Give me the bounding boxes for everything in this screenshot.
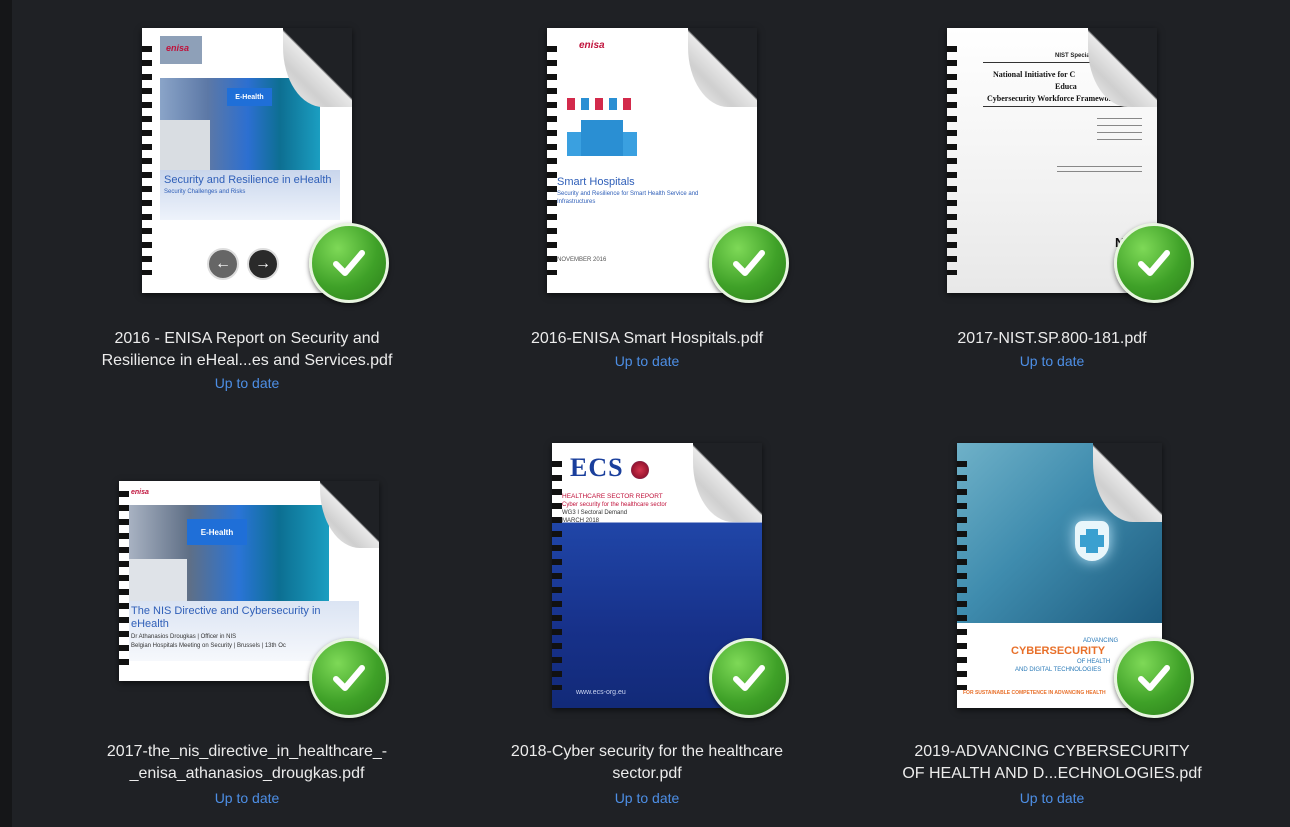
thumbnail-date: MARCH 2018	[562, 518, 600, 524]
hospital-illustration	[567, 98, 637, 156]
file-item[interactable]: NIST Special Publication 800-181 Nationa…	[852, 0, 1252, 400]
thumbnail-event: Belgian Hospitals Meeting on Security | …	[131, 643, 286, 649]
arrow-left-icon: ←	[215, 255, 231, 272]
thumbnail-line-2: OF HEALTH	[1077, 659, 1111, 665]
thumbnail-title: Security and Resilience in eHealth	[164, 174, 332, 186]
binding-spiral	[947, 46, 957, 275]
next-page-button[interactable]: →	[247, 248, 279, 280]
file-name: 2016-ENISA Smart Hospitals.pdf	[530, 330, 764, 347]
file-name: 2017-NIST.SP.800-181.pdf	[957, 330, 1147, 347]
binding-spiral	[547, 46, 557, 275]
working-group: WG3 I Sectoral Demand	[562, 510, 628, 516]
sync-status: Up to date	[614, 790, 680, 806]
sync-status: Up to date	[614, 353, 680, 369]
checkmark-icon	[709, 223, 789, 303]
thumbnail-title: National Initiative for C	[993, 70, 1076, 79]
checkmark-icon	[309, 223, 389, 303]
thumbnail-title-2: Educa	[1055, 82, 1077, 91]
keyboard-key: E-Health	[227, 88, 272, 106]
file-item[interactable]: enisa Smart Hospitals Security and Resil…	[447, 0, 847, 400]
file-item[interactable]: enisa E-Health The NIS Directive and Cyb…	[47, 415, 447, 815]
sync-status: Up to date	[214, 375, 280, 391]
globe-icon	[631, 461, 650, 480]
building-image	[160, 120, 210, 170]
building-image	[129, 559, 187, 601]
file-name: 2016 - ENISA Report on Security and Resi…	[101, 330, 393, 369]
binding-spiral	[142, 46, 152, 275]
thumbnail-date: NOVEMBER 2016	[557, 257, 607, 263]
keyboard-key: E-Health	[187, 519, 247, 545]
arrow-right-icon: →	[255, 255, 271, 272]
binding-spiral	[552, 461, 562, 690]
file-grid: enisa E-Health Security and Resilience i…	[12, 0, 1290, 827]
report-type: HEALTHCARE SECTOR REPORT	[562, 493, 663, 500]
enisa-logo: enisa	[131, 489, 149, 496]
enisa-logo: enisa	[579, 40, 605, 51]
sidebar-edge	[0, 0, 12, 827]
checkmark-icon	[709, 638, 789, 718]
enisa-logo: enisa	[166, 43, 190, 53]
prev-page-button[interactable]: ←	[207, 248, 239, 280]
sync-status: Up to date	[1019, 790, 1085, 806]
thumbnail-title: The NIS Directive and Cybersecurity in e…	[131, 605, 321, 630]
author-lines	[1097, 118, 1142, 146]
thumbnail-subtitle: Security Challenges and Risks	[164, 189, 246, 195]
ecs-url: www.ecs-org.eu	[576, 689, 626, 696]
file-item[interactable]: ECS HEALTHCARE SECTOR REPORT Cyber secur…	[447, 415, 847, 815]
thumbnail-author: Dr Athanasios Drougkas | Officer in NIS	[131, 634, 237, 640]
sync-status: Up to date	[214, 790, 280, 806]
thumbnail-title-3: Cybersecurity Workforce Framework	[987, 94, 1117, 103]
thumbnail-footer: FOR SUSTAINABLE COMPETENCE IN ADVANCING …	[963, 690, 1106, 696]
file-name: 2019-ADVANCING CYBERSECURITY OF HEALTH A…	[902, 743, 1202, 782]
file-name: 2018-Cyber security for the healthcare s…	[510, 743, 784, 782]
availability-lines	[1057, 166, 1142, 176]
checkmark-icon	[309, 638, 389, 718]
thumbnail-title: CYBERSECURITY	[1011, 645, 1106, 657]
file-item[interactable]: enisa E-Health Security and Resilience i…	[47, 0, 447, 400]
checkmark-icon	[1114, 638, 1194, 718]
sync-status: Up to date	[1019, 353, 1085, 369]
thumbnail-kicker: ADVANCING	[1083, 638, 1119, 644]
file-item[interactable]: ADVANCING CYBERSECURITY OF HEALTH AND DI…	[852, 415, 1252, 815]
shield-icon	[1075, 521, 1109, 561]
thumbnail-line-3: AND DIGITAL TECHNOLOGIES	[1015, 667, 1102, 673]
file-name: 2017-the_nis_directive_in_healthcare_- _…	[106, 743, 388, 782]
ecs-logo: ECS	[570, 453, 650, 483]
binding-spiral	[119, 491, 129, 671]
binding-spiral	[957, 461, 967, 690]
checkmark-icon	[1114, 223, 1194, 303]
thumbnail-subtitle: Cyber security for the healthcare sector	[562, 502, 667, 508]
thumbnail-title: Smart Hospitals	[557, 176, 635, 188]
thumbnail-subtitle: Security and Resilience for Smart Health…	[557, 191, 699, 205]
